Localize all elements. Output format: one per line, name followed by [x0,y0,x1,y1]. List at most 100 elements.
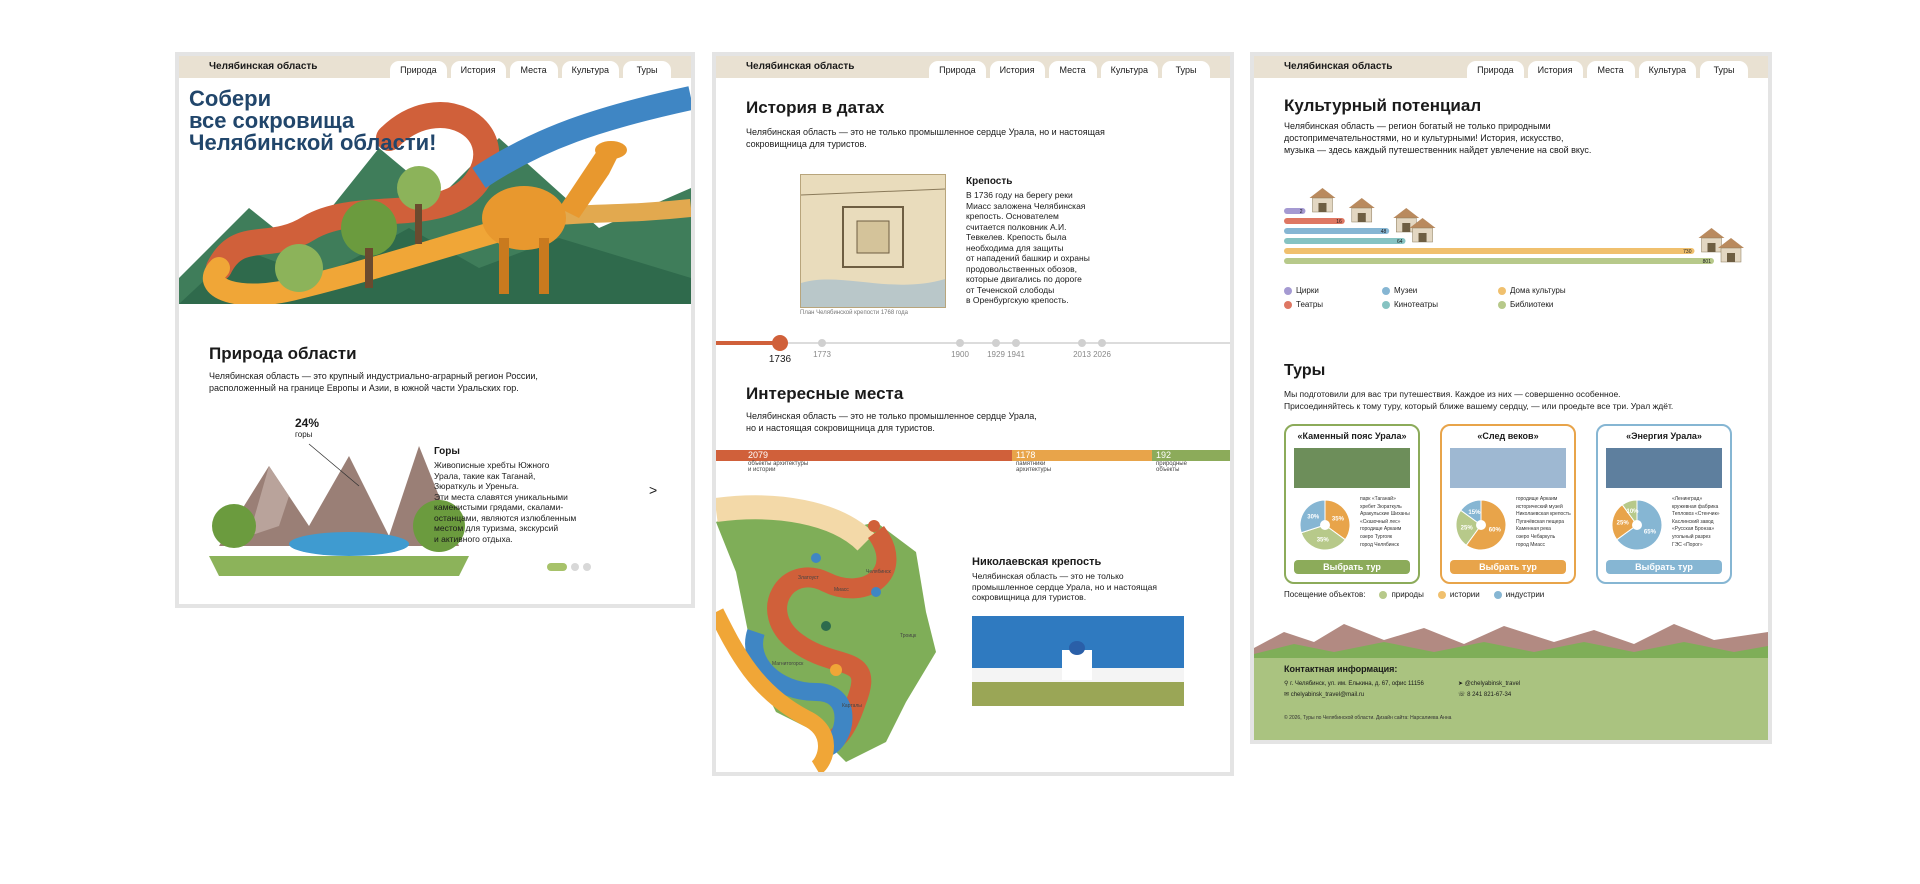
tab-nature[interactable]: Природа [390,61,447,78]
tab-places[interactable]: Места [1048,61,1097,78]
tab-nature[interactable]: Природа [1467,61,1524,78]
stat-monuments: 1178 памятники архитектуры [1012,450,1152,480]
history-card-line: крепость. Основателем [966,211,1059,221]
brand[interactable]: Челябинская область [1284,61,1392,72]
legend-libraries: Библиотеки [1510,300,1554,309]
culture-bar-value: 2 [1300,209,1303,215]
visit-label: Посещение объектов: [1284,590,1366,599]
contact-phone[interactable]: 8 241 821-67-34 [1467,692,1511,698]
fortress-plan-image [800,174,946,308]
nature-card-title: Горы [434,446,460,457]
tour-items: городище Аркаим исторический музей Николае… [1516,496,1571,548]
slider-dot-active[interactable] [547,563,567,571]
legend-culture-houses: Дома культуры [1510,286,1566,295]
timeline-year[interactable]: 1773 [808,350,836,359]
slider-dot[interactable] [571,563,579,571]
tab-history[interactable]: История [1527,61,1583,78]
tours-text-line2: Присоединяйтесь к тому туру, который бли… [1284,401,1674,411]
history-text-line2: сокровищница для туристов. [746,139,867,149]
tour-card-energy[interactable]: «Энергия Урала» 65% 25% 10% «Ленинград» кру… [1596,424,1732,584]
visit-legend: Посещение объектов: природы истории инду… [1284,590,1544,599]
fortress-card-line: промышленное сердце Урала, но и настояща… [972,581,1157,592]
city-troitsk[interactable]: Троицк [900,632,916,641]
city-miass[interactable]: Миасс [834,586,849,595]
tour-card-trace-of-ages[interactable]: «След веков» 60% 25% 15% городище Аркаим ис… [1440,424,1576,584]
timeline-point[interactable] [1098,339,1106,347]
brand[interactable]: Челябинская область [209,61,317,72]
contact-telegram[interactable]: @chelyabinsk_travel [1465,681,1520,687]
tours-text-line1: Мы подготовили для вас три путешествия. … [1284,389,1621,399]
history-card-line: которые двигались по дороге [966,274,1082,284]
fortress-card-text: Челябинская область — это не только промы… [972,571,1202,603]
history-title: История в датах [746,98,885,117]
tab-places[interactable]: Места [1586,61,1635,78]
footer: Контактная информация: ⚲ г. Челябинск, у… [1254,618,1768,740]
timeline-point[interactable] [992,339,1000,347]
hero-title-line2: все сокровища [189,108,355,133]
tour-photo [1294,448,1410,488]
tour-card-title: «Каменный пояс Урала» [1297,431,1407,441]
timeline-point[interactable] [772,335,788,351]
timeline-point[interactable] [818,339,826,347]
tab-nature[interactable]: Природа [929,61,986,78]
tab-tours[interactable]: Туры [1700,61,1748,78]
places-stats: 2079 объекты архитектуры и истории 1178 … [716,450,1230,480]
history-card-line: Миасс заложена Челябинская [966,200,1086,211]
timeline-point[interactable] [956,339,964,347]
nature-card-text: Живописные хребты Южного Урала, такие как… [434,460,584,544]
nature-card-line: останцами, являются излюбленным [434,512,577,523]
fortress-card-line: сокровищница для туристов. [972,592,1087,602]
timeline-year[interactable]: 2026 [1088,350,1116,359]
choose-tour-button[interactable]: Выбрать тур [1450,560,1566,574]
nature-card-line: Живописные хребты Южного [434,460,550,470]
tab-tours[interactable]: Туры [1162,61,1210,78]
tab-culture[interactable]: Культура [561,61,619,78]
legend-theatres: Театры [1296,300,1324,309]
timeline-year[interactable]: 1900 [946,350,974,359]
pie-label: 30% [1307,514,1320,520]
visit-industry: индустрии [1505,590,1545,599]
nature-title: Природа области [209,344,357,363]
timeline-point[interactable] [1012,339,1020,347]
next-arrow[interactable]: > [649,482,657,498]
choose-tour-button[interactable]: Выбрать тур [1606,560,1722,574]
tab-places[interactable]: Места [509,61,558,78]
city-kartaly[interactable]: Карталы [842,702,862,711]
tour-pie: 65% 25% 10% [1611,499,1663,551]
tour-card-stone-belt[interactable]: «Каменный пояс Урала» 35% 35% 30% парк «Та… [1284,424,1420,584]
nature-card-line: местом для туризма, экскурсий [434,523,559,533]
history-card-text: В 1736 году на берегу реки Миасс заложена… [966,190,1106,306]
culture-text-line1: Челябинская область — регион богатый не … [1284,121,1551,131]
tab-tours[interactable]: Туры [623,61,671,78]
brand[interactable]: Челябинская область [746,61,854,72]
timeline-point[interactable] [1078,339,1086,347]
tour-pie: 60% 25% 15% [1455,499,1507,551]
history-card-line: В 1736 году на берегу реки [966,190,1073,200]
city-magnitogorsk[interactable]: Магнитогорск [772,660,803,669]
timeline-year[interactable]: 1736 [766,354,794,365]
contact-address: г. Челябинск, ул. им. Елькина, д. 67, оф… [1290,681,1424,687]
city-chelyabinsk[interactable]: Челябинск [866,568,891,577]
tab-culture[interactable]: Культура [1638,61,1696,78]
page-nature: Челябинская область Природа История Мест… [175,52,695,608]
tab-history[interactable]: История [450,61,506,78]
culture-building-icon [1718,238,1744,263]
timeline-year[interactable]: 1941 [1002,350,1030,359]
city-zlatoust[interactable]: Златоуст [798,574,819,583]
tour-photo [1606,448,1722,488]
slider-dot[interactable] [583,563,591,571]
culture-bar-value: 16 [1336,219,1342,225]
history-text-line1: Челябинская область — это не только пром… [746,127,1105,137]
places-text-line2: но и настоящая сокровищница для туристов… [746,423,935,433]
mountain-percent-label: горы [295,430,313,439]
tour-items: парк «Таганай» хребет Зюраткуль Аракульски… [1360,496,1410,548]
tour-items: «Ленинград» кружевная фабрика Тепловоз «Ст… [1672,496,1720,548]
history-card: Крепость В 1736 году на берегу реки Миасс… [966,176,1106,306]
culture-bar-value: 801 [1703,259,1712,265]
choose-tour-button[interactable]: Выбрать тур [1294,560,1410,574]
region-map[interactable]: Златоуст Миасс Челябинск Троицк Магнитог… [716,492,946,772]
tour-card-title: «След веков» [1477,431,1539,441]
contact-email[interactable]: chelyabinsk_travel@mail.ru [1291,692,1364,698]
tab-history[interactable]: История [989,61,1045,78]
tab-culture[interactable]: Культура [1100,61,1158,78]
